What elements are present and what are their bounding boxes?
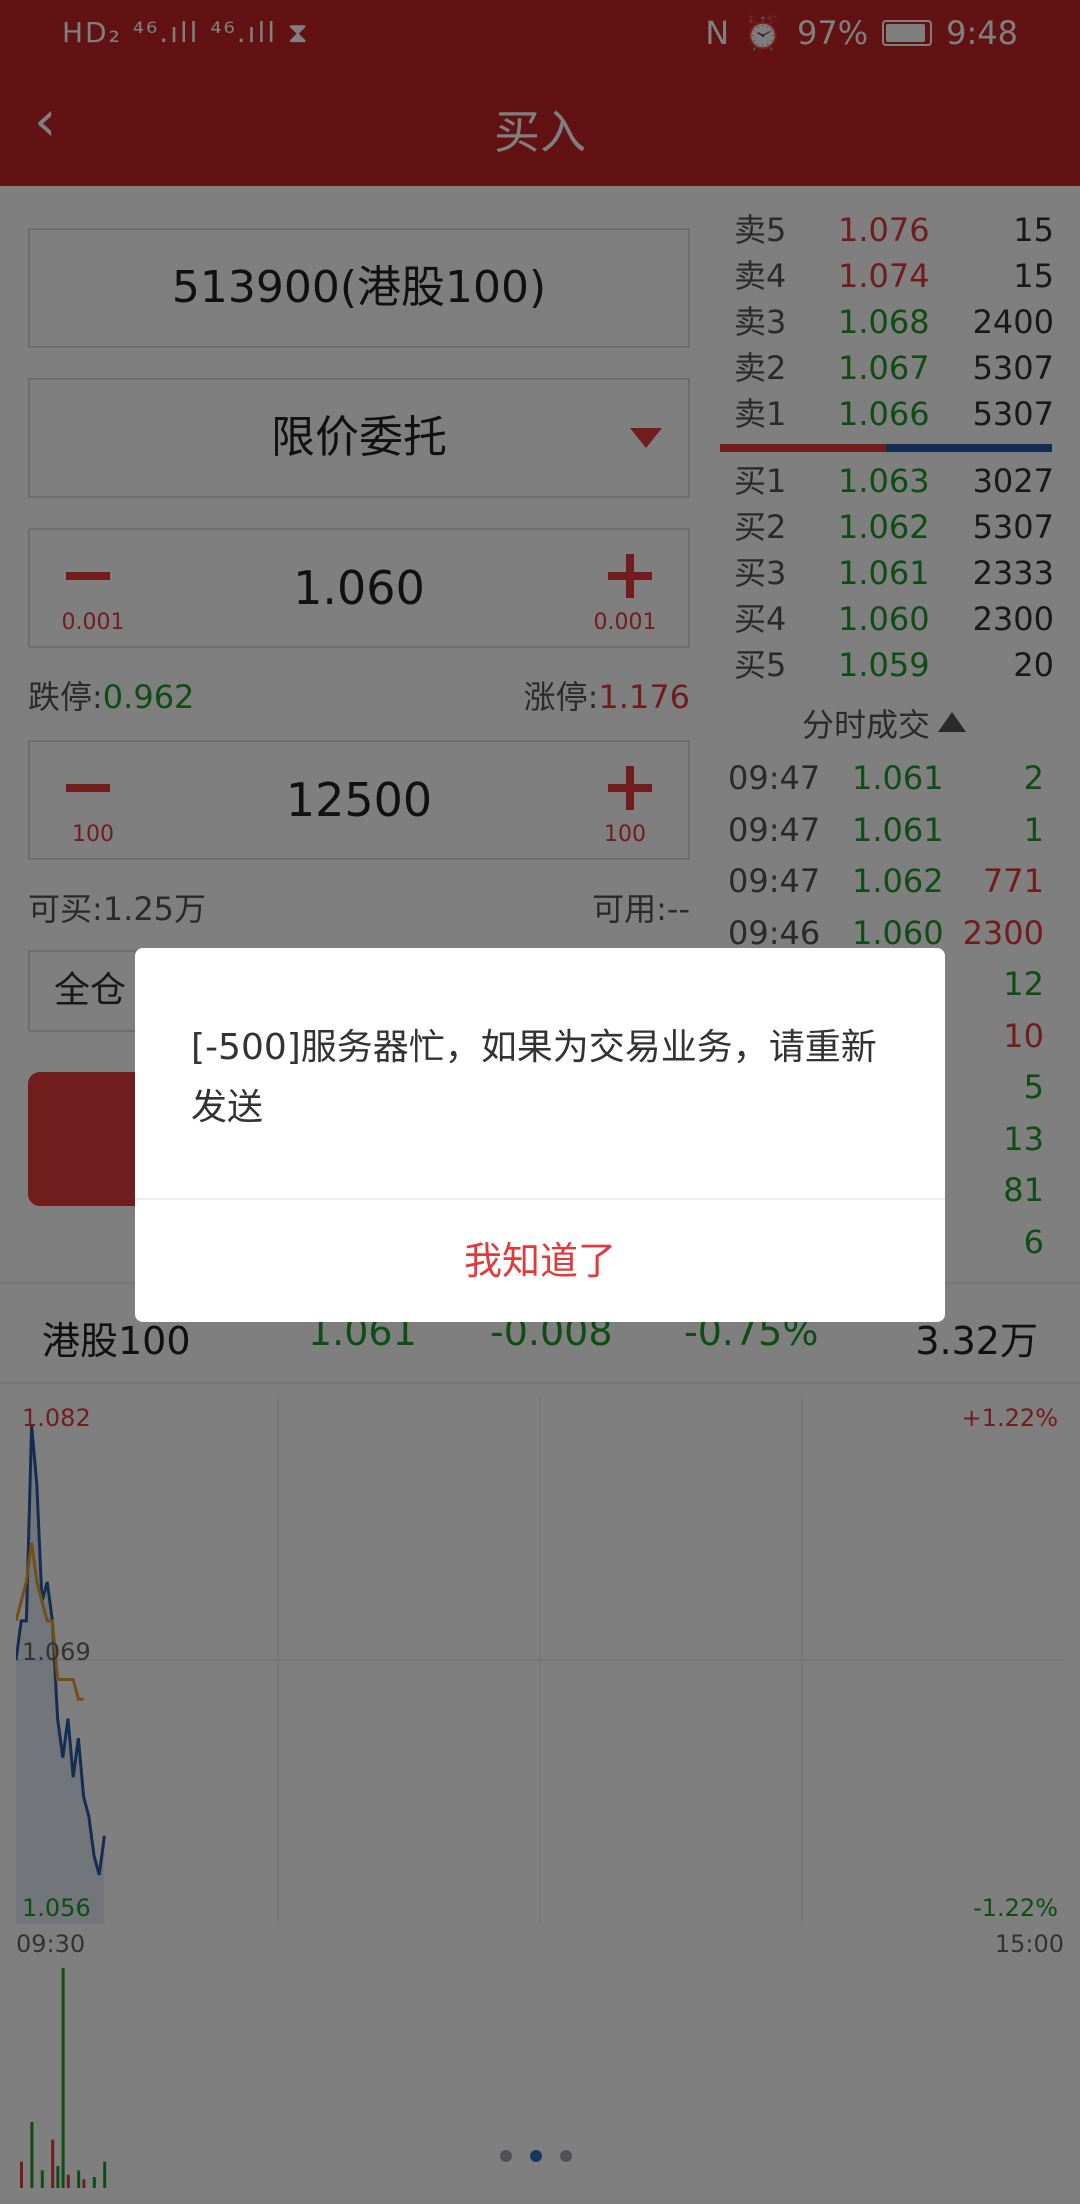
dialog-message: [-500]服务器忙，如果为交易业务，请重新发送	[191, 1027, 877, 1128]
dialog-ok-button[interactable]: 我知道了	[135, 1200, 945, 1322]
error-dialog: [-500]服务器忙，如果为交易业务，请重新发送 我知道了	[135, 948, 945, 1322]
